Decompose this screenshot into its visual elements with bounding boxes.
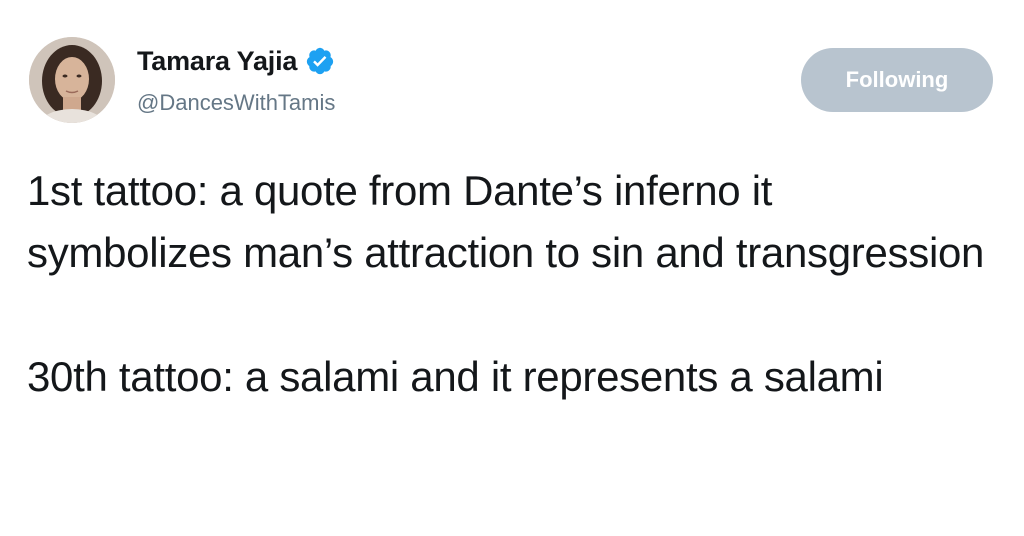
avatar-photo-icon — [29, 37, 115, 123]
author-handle[interactable]: @DancesWithTamis — [137, 90, 335, 116]
tweet-paragraph-1: 1st tattoo: a quote from Dante’s inferno… — [27, 167, 985, 276]
author-name-row: Tamara Yajia — [137, 43, 335, 79]
tweet-paragraph-2: 30th tattoo: a salami and it represents … — [27, 353, 884, 400]
verified-badge-icon — [305, 46, 335, 76]
avatar[interactable] — [29, 37, 115, 123]
author-display-name[interactable]: Tamara Yajia — [137, 46, 297, 77]
following-button[interactable]: Following — [801, 48, 993, 112]
tweet-text: 1st tattoo: a quote from Dante’s inferno… — [27, 160, 987, 408]
tweet-card: Tamara Yajia @DancesWithTamis Following … — [0, 0, 1024, 536]
